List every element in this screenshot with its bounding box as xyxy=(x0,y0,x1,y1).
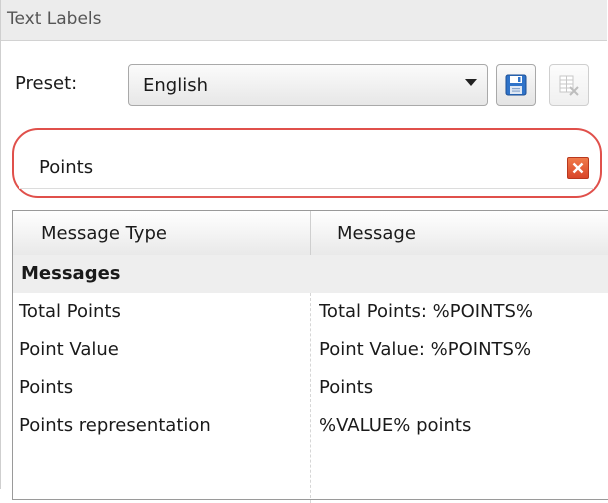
clear-search-button[interactable] xyxy=(567,157,589,179)
group-label: Messages xyxy=(21,263,121,284)
message-type-cell: Point Value xyxy=(19,339,119,360)
delete-preset-button[interactable] xyxy=(549,64,589,106)
preset-selected-value: English xyxy=(143,75,208,96)
table-row[interactable]: Points Points xyxy=(13,369,608,407)
message-type-cell: Points representation xyxy=(19,415,211,436)
column-header-message[interactable]: Message xyxy=(337,223,416,244)
message-cell[interactable]: Point Value: %POINTS% xyxy=(319,339,608,360)
table-row[interactable]: Points representation %VALUE% points xyxy=(13,407,608,445)
floppy-disk-icon xyxy=(505,74,527,96)
delete-table-icon xyxy=(559,75,579,96)
search-input[interactable] xyxy=(39,153,559,181)
search-field[interactable] xyxy=(19,147,594,189)
message-cell[interactable]: Points xyxy=(319,377,608,398)
messages-table: Message Type Message Messages Total Poin… xyxy=(12,210,608,503)
preset-label: Preset: xyxy=(15,73,78,94)
preset-dropdown[interactable]: English xyxy=(128,64,488,106)
table-row[interactable]: Point Value Point Value: %POINTS% xyxy=(13,331,608,369)
column-divider[interactable] xyxy=(310,211,311,255)
text-labels-panel: Text Labels Preset: English Points Messa… xyxy=(0,0,608,503)
group-row-messages[interactable]: Messages xyxy=(13,255,608,293)
panel-header: Text Labels xyxy=(1,0,607,41)
chevron-down-icon[interactable] xyxy=(465,79,477,86)
message-cell[interactable]: %VALUE% points xyxy=(319,415,608,436)
message-type-cell: Total Points xyxy=(19,301,121,322)
close-icon xyxy=(572,162,584,174)
table-header: Message Type Message xyxy=(13,211,608,256)
column-header-message-type[interactable]: Message Type xyxy=(41,223,167,244)
message-cell[interactable]: Total Points: %POINTS% xyxy=(319,301,608,322)
save-preset-button[interactable] xyxy=(496,64,536,106)
table-row[interactable]: Total Points Total Points: %POINTS% xyxy=(13,293,608,331)
panel-title: Text Labels xyxy=(7,9,102,29)
message-type-cell: Points xyxy=(19,377,74,398)
